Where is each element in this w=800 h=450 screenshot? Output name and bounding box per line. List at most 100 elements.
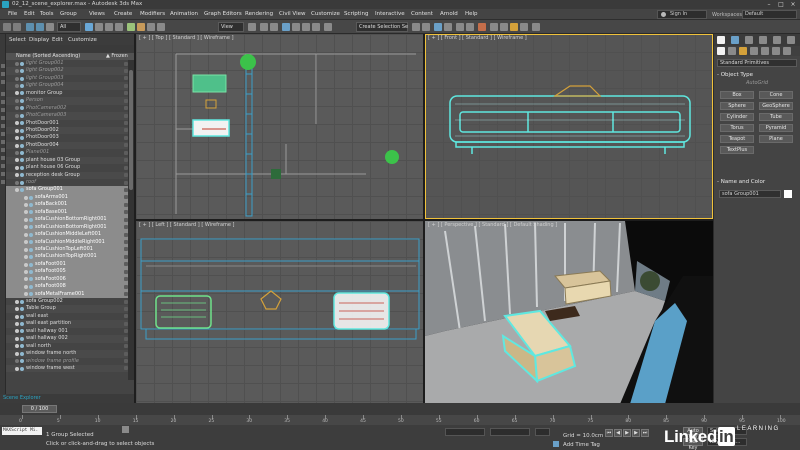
visibility-eye-icon[interactable] [15,61,19,66]
explorer-row[interactable]: window frame profile [6,358,134,365]
maxscript-listener-field[interactable]: MAXScript Mi. [2,427,42,435]
explorer-row[interactable]: wall hallway 002 [6,335,134,343]
select-object-icon[interactable] [85,23,93,31]
snaps-toggle-icon[interactable] [282,23,290,31]
autogrid-checkbox[interactable]: AutoGrid [717,80,797,86]
explorer-row[interactable]: PhotCamera002 [6,105,134,112]
menu-tools[interactable]: Tools [40,11,54,17]
explorer-row[interactable]: light Group003 [6,75,134,82]
render-production-icon[interactable] [510,23,518,31]
sign-in-dropdown[interactable]: Sign In [657,10,707,19]
explorer-row[interactable]: sofaFoot001 [6,260,134,269]
visibility-eye-icon[interactable] [15,188,19,193]
filter-frozen-icon[interactable] [1,172,5,176]
explorer-row[interactable]: Table Group [6,305,134,313]
display-none-icon[interactable] [1,64,5,68]
menu-modifiers[interactable]: Modifiers [140,11,165,17]
create-plane-button[interactable]: Plane [759,135,793,143]
a360-gallery-icon[interactable] [532,23,540,31]
pivot-center-icon[interactable] [248,23,256,31]
select-by-name-icon[interactable] [95,23,103,31]
keyboard-shortcut-icon[interactable] [270,23,278,31]
create-cylinder-button[interactable]: Cylinder [720,113,754,121]
explorer-row[interactable]: PhotDoor001 [6,120,134,127]
create-tube-button[interactable]: Tube [759,113,793,121]
visibility-eye-icon[interactable] [15,128,19,133]
motion-tab-icon[interactable] [759,36,767,44]
visibility-eye-icon[interactable] [15,359,19,364]
utilities-tab-icon[interactable] [787,36,795,44]
visibility-eye-icon[interactable] [24,269,28,274]
visibility-eye-icon[interactable] [15,143,19,148]
menu-help[interactable]: Help [465,11,478,17]
explorer-row[interactable]: sofaCushionBottomRight001 [6,216,134,224]
menu-customize[interactable]: Customize [311,11,340,17]
edit-named-selection-icon[interactable] [324,23,332,31]
menu-animation[interactable]: Animation [170,11,198,17]
filter-bones-icon[interactable] [1,156,5,160]
visibility-eye-icon[interactable] [15,136,19,141]
explorer-row[interactable]: wall east partition [6,320,134,328]
explorer-row[interactable]: wall east [6,313,134,320]
systems-icon[interactable] [783,47,791,55]
visibility-eye-icon[interactable] [15,336,19,341]
visibility-eye-icon[interactable] [24,262,28,267]
visibility-eye-icon[interactable] [15,351,19,356]
menu-graph-editors[interactable]: Graph Editors [204,11,242,17]
create-torus-button[interactable]: Torus [720,124,754,132]
undo-icon[interactable] [3,23,11,31]
filter-geometry-icon[interactable] [1,92,5,96]
explorer-row[interactable]: plant house 06 Group [6,164,134,171]
select-manipulate-icon[interactable] [260,23,268,31]
viewport-front[interactable]: [ + ] [ Front ] [ Standard ] [ Wireframe… [425,34,713,219]
lights-icon[interactable] [739,47,747,55]
column-name-header[interactable]: Name (Sorted Ascending) [16,53,80,59]
explorer-row[interactable]: window frame north [6,350,134,358]
menu-civil-view[interactable]: Civil View [279,11,305,17]
visibility-eye-icon[interactable] [24,255,28,260]
create-teapot-button[interactable]: Teapot [720,135,754,143]
selection-set-dropdown[interactable]: Create Selection Se [356,22,408,32]
time-slider[interactable]: 0 / 100 [22,405,57,413]
z-coordinate-field[interactable] [535,428,550,436]
previous-frame-icon[interactable]: ◀ [614,429,622,437]
explorer-row[interactable]: sofaFoot008 [6,283,134,291]
explorer-row[interactable]: sofaBack001 [6,201,134,209]
menu-file[interactable]: File [8,11,17,17]
material-editor-icon[interactable] [478,23,486,31]
object-name-field[interactable]: sofa Group001 [719,190,781,198]
minimize-icon[interactable]: – [763,0,775,9]
cameras-icon[interactable] [750,47,758,55]
visibility-eye-icon[interactable] [24,277,28,282]
explorer-row[interactable]: sofaCushionTopRight001 [6,253,134,261]
toggle-layer-explorer-icon[interactable] [444,23,452,31]
angle-snap-icon[interactable] [292,23,300,31]
display-tab-icon[interactable] [773,36,781,44]
explorer-row[interactable]: sofaFoot006 [6,275,134,284]
create-textplus-button[interactable]: TextPlus [720,146,754,154]
spinner-snap-icon[interactable] [312,23,320,31]
create-sphere-button[interactable]: Sphere [720,102,754,110]
visibility-eye-icon[interactable] [15,165,19,170]
menu-create[interactable]: Create [114,11,132,17]
geometry-icon[interactable] [717,47,725,55]
mirror-icon[interactable] [412,23,420,31]
rotate-icon[interactable] [137,23,145,31]
track-bar[interactable]: 0 5 10 15 20 25 30 35 40 45 50 55 60 65 70 75 80 85 90 95 10… [0,415,800,425]
create-geosphere-button[interactable]: GeoSphere [759,102,793,110]
visibility-eye-icon[interactable] [15,76,19,81]
create-box-button[interactable]: Box [720,91,754,99]
visibility-eye-icon[interactable] [15,314,19,319]
menu-content[interactable]: Content [411,11,433,17]
move-icon[interactable] [127,23,135,31]
curve-editor-icon[interactable] [456,23,464,31]
explorer-row[interactable]: monitor Group [6,90,134,97]
object-color-swatch[interactable] [784,190,792,198]
explorer-row[interactable]: window frame west [6,364,134,373]
visibility-eye-icon[interactable] [24,195,28,200]
object-type-rollout[interactable]: - Object Type [717,72,797,78]
visibility-eye-icon[interactable] [15,84,19,88]
explorer-row[interactable]: sofa Group002 [6,298,134,305]
visibility-eye-icon[interactable] [15,150,19,155]
unlink-icon[interactable] [36,23,44,31]
